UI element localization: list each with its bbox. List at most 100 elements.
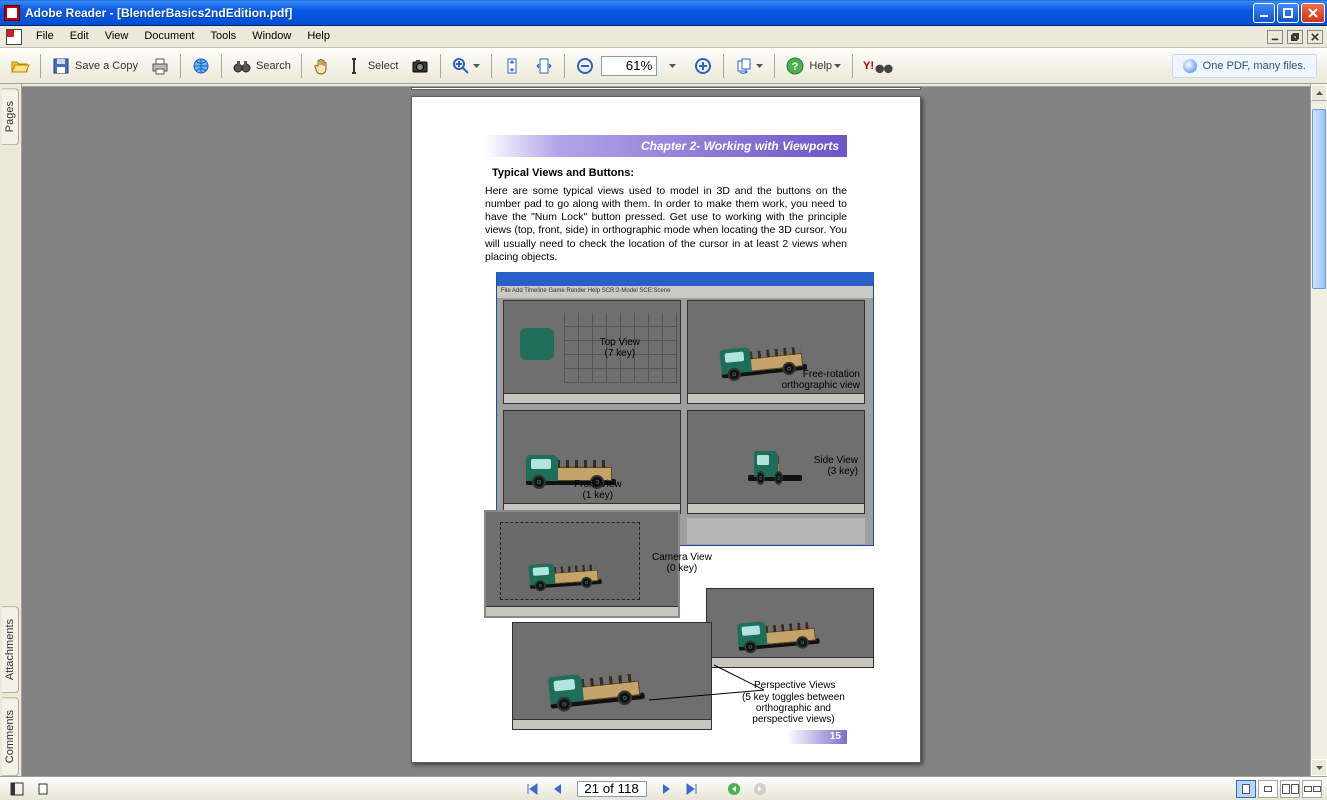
- fit-width-icon: [534, 56, 554, 76]
- zoom-level-field[interactable]: [601, 56, 657, 76]
- globe-mail-icon: [191, 56, 211, 76]
- create-pdf-promo[interactable]: One PDF, many files.: [1172, 54, 1317, 78]
- mdi-minimize-button[interactable]: [1267, 30, 1283, 44]
- caption-perspective-title: Perspective Views: [754, 680, 836, 691]
- menu-document[interactable]: Document: [136, 26, 202, 47]
- fit-width-button[interactable]: [529, 52, 559, 80]
- vertical-scrollbar[interactable]: [1310, 84, 1327, 776]
- side-view-pane: Side View (3 key): [687, 410, 865, 514]
- page-number-field[interactable]: [577, 781, 647, 797]
- menu-edit[interactable]: Edit: [62, 26, 97, 47]
- menu-view[interactable]: View: [97, 26, 137, 47]
- free-rotation-pane: Free-rotation orthographic view: [687, 300, 865, 404]
- binoculars-small-icon: [874, 56, 888, 76]
- scroll-up-button[interactable]: [1311, 84, 1327, 101]
- yahoo-label: Y!: [863, 60, 874, 72]
- toggle-nav-pane-button[interactable]: [5, 779, 29, 799]
- single-page-view-button[interactable]: [1236, 780, 1256, 798]
- caption-perspective-note: (5 key toggles between orthographic and …: [742, 692, 845, 725]
- select-tool-button[interactable]: Select: [339, 52, 404, 80]
- chapter-heading: Chapter 2- Working with Viewports: [485, 135, 847, 157]
- continuous-view-button[interactable]: [1258, 780, 1278, 798]
- next-view-button[interactable]: [748, 779, 772, 799]
- status-bar: [0, 776, 1327, 800]
- page-thumbnail-button[interactable]: [31, 779, 55, 799]
- email-button[interactable]: [186, 52, 216, 80]
- previous-page-edge: [411, 87, 921, 90]
- search-button[interactable]: Search: [227, 52, 296, 80]
- previous-view-button[interactable]: [722, 779, 746, 799]
- folder-open-icon: [10, 56, 30, 76]
- svg-text:?: ?: [792, 61, 799, 73]
- help-button[interactable]: ? Help: [780, 52, 847, 80]
- zoom-in-tool-button[interactable]: [446, 52, 486, 80]
- continuous-facing-view-button[interactable]: [1302, 780, 1322, 798]
- window-minimize-button[interactable]: [1253, 3, 1275, 23]
- previous-page-button[interactable]: [546, 779, 570, 799]
- main-toolbar: Save a Copy Search Select: [0, 48, 1327, 84]
- camera-icon: [410, 56, 430, 76]
- print-button[interactable]: [145, 52, 175, 80]
- mdi-restore-button[interactable]: [1287, 30, 1303, 44]
- magnifier-plus-icon: [451, 56, 471, 76]
- next-page-button[interactable]: [654, 779, 678, 799]
- body-paragraph: Here are some typical views used to mode…: [485, 185, 847, 264]
- screenshot-collage: File Add Timeline Game Render Help SCR:2…: [484, 272, 860, 742]
- actual-size-button[interactable]: [497, 52, 527, 80]
- window-maximize-button[interactable]: [1277, 3, 1299, 23]
- save-copy-button[interactable]: Save a Copy: [46, 52, 143, 80]
- scroll-down-button[interactable]: [1311, 759, 1327, 776]
- select-label: Select: [368, 60, 399, 72]
- open-button[interactable]: [5, 52, 35, 80]
- rotate-pages-icon: [734, 56, 754, 76]
- page-arrows-icon: [502, 56, 522, 76]
- sidebar-tab-comments[interactable]: Comments: [2, 697, 19, 776]
- adobe-reader-icon: [4, 5, 20, 21]
- blender-window-screenshot: File Add Timeline Game Render Help SCR:2…: [496, 272, 874, 546]
- zoom-in-button[interactable]: [688, 52, 718, 80]
- help-icon: ?: [785, 56, 805, 76]
- mdi-close-button[interactable]: [1307, 30, 1323, 44]
- ibeam-icon: [344, 56, 364, 76]
- caption-camera-view: Camera View (0 key): [652, 552, 712, 574]
- facing-view-button[interactable]: [1280, 780, 1300, 798]
- blender-menu-strip: File Add Timeline Game Render Help SCR:2…: [497, 286, 873, 298]
- zoom-out-button[interactable]: [570, 52, 600, 80]
- window-close-button[interactable]: [1301, 3, 1325, 23]
- window-title: Adobe Reader - [BlenderBasics2ndEdition.…: [25, 6, 1253, 20]
- yahoo-toolbar-button[interactable]: Y!: [858, 52, 893, 80]
- plus-circle-icon: [693, 56, 713, 76]
- document-viewport[interactable]: Chapter 2- Working with Viewports Typica…: [22, 84, 1310, 776]
- page-number-banner: 15: [787, 730, 847, 744]
- pdf-promo-icon: [1183, 59, 1197, 73]
- caption-side-view: Side View (3 key): [814, 455, 858, 477]
- dropdown-icon: [754, 64, 764, 68]
- window-titlebar: Adobe Reader - [BlenderBasics2ndEdition.…: [0, 0, 1327, 26]
- promo-label: One PDF, many files.: [1203, 60, 1306, 72]
- hand-tool-button[interactable]: [307, 52, 337, 80]
- search-label: Search: [256, 60, 291, 72]
- document-icon: [6, 29, 22, 45]
- scroll-track[interactable]: [1311, 101, 1327, 759]
- sidebar-tab-attachments[interactable]: Attachments: [2, 606, 19, 693]
- dropdown-icon: [471, 64, 481, 68]
- first-page-button[interactable]: [520, 779, 544, 799]
- rotate-view-button[interactable]: [729, 52, 769, 80]
- menu-help[interactable]: Help: [299, 26, 338, 47]
- printer-icon: [150, 56, 170, 76]
- last-page-button[interactable]: [680, 779, 704, 799]
- section-heading: Typical Views and Buttons:: [492, 167, 840, 179]
- menu-tools[interactable]: Tools: [203, 26, 245, 47]
- menu-window[interactable]: Window: [244, 26, 299, 47]
- floppy-disk-icon: [51, 56, 71, 76]
- help-label: Help: [809, 60, 832, 72]
- pdf-page: Chapter 2- Working with Viewports Typica…: [411, 96, 921, 763]
- snapshot-tool-button[interactable]: [405, 52, 435, 80]
- zoom-dropdown-button[interactable]: [658, 52, 686, 80]
- dropdown-icon: [667, 64, 677, 68]
- menu-file[interactable]: File: [28, 26, 62, 47]
- minus-circle-icon: [575, 56, 595, 76]
- menu-bar: File Edit View Document Tools Window Hel…: [0, 26, 1327, 48]
- sidebar-tab-pages[interactable]: Pages: [2, 88, 19, 145]
- scroll-thumb[interactable]: [1312, 109, 1326, 289]
